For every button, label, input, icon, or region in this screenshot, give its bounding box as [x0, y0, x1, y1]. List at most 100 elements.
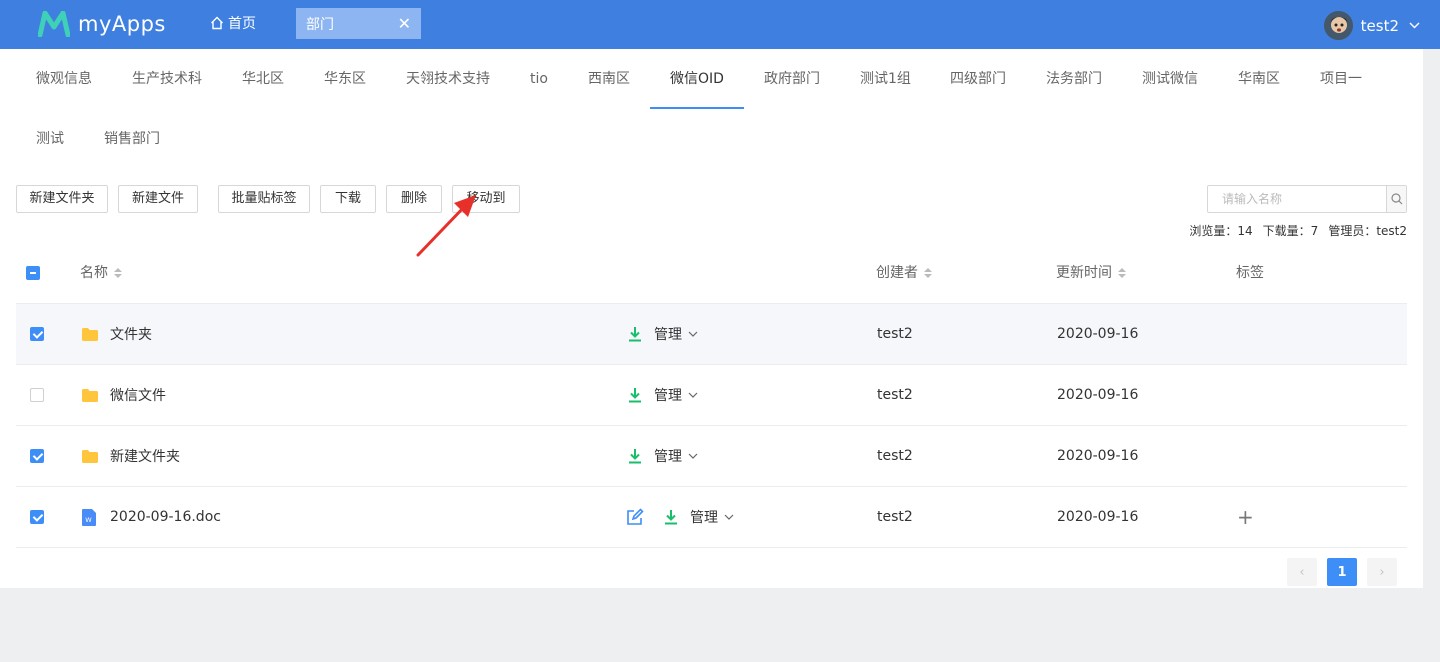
- tab-dept-9[interactable]: 测试1组: [860, 49, 911, 109]
- row-checkbox[interactable]: [30, 510, 44, 524]
- tab-dept-4[interactable]: 天翎技术支持: [406, 49, 490, 109]
- search-button[interactable]: [1386, 186, 1406, 212]
- batch-tag-button[interactable]: 批量贴标签: [218, 185, 310, 213]
- folder-icon: [82, 327, 98, 341]
- manage-dropdown[interactable]: 管理: [654, 324, 698, 344]
- table-header: 名称 创建者 更新时间 标签: [16, 242, 1407, 304]
- creator-cell: test2: [877, 326, 913, 342]
- file-name[interactable]: 2020-09-16.doc: [110, 509, 221, 525]
- row-checkbox[interactable]: [30, 327, 44, 341]
- tab-dept-12[interactable]: 测试微信: [1142, 49, 1198, 109]
- user-name: test2: [1360, 16, 1399, 35]
- user-menu[interactable]: test2: [1323, 11, 1420, 40]
- tab-dept-15[interactable]: 测试: [36, 109, 64, 169]
- pagination: ‹ 1 ›: [1287, 558, 1397, 586]
- top-bar: myApps 首页 部门 ✕ test2: [0, 0, 1440, 49]
- chevron-down-icon: [688, 453, 698, 459]
- add-tag-button[interactable]: +: [1237, 505, 1254, 529]
- file-name[interactable]: 文件夹: [110, 324, 152, 344]
- avatar: [1323, 11, 1353, 40]
- page-1-button[interactable]: 1: [1327, 558, 1357, 586]
- manage-dropdown[interactable]: 管理: [654, 446, 698, 466]
- tab-dept-5[interactable]: tio: [530, 49, 548, 109]
- word-doc-icon: W: [82, 508, 96, 526]
- app-name: myApps: [78, 12, 166, 36]
- table-row[interactable]: W 2020-09-16.doc 管理 test2 2020-09-16 +: [16, 487, 1407, 548]
- tab-dept-3[interactable]: 华东区: [324, 49, 366, 109]
- tab-dept-0[interactable]: 微观信息: [36, 49, 92, 109]
- table-row[interactable]: 文件夹 管理 test2 2020-09-16: [16, 304, 1407, 365]
- creator-cell: test2: [877, 509, 913, 525]
- updated-cell: 2020-09-16: [1057, 509, 1139, 525]
- header-name[interactable]: 名称: [80, 242, 122, 304]
- file-name[interactable]: 微信文件: [110, 385, 166, 405]
- sort-icon: [114, 268, 122, 278]
- search-input[interactable]: [1208, 186, 1386, 212]
- row-checkbox[interactable]: [30, 449, 44, 463]
- download-icon[interactable]: [664, 509, 678, 525]
- download-icon[interactable]: [628, 326, 642, 342]
- new-folder-button[interactable]: 新建文件夹: [16, 185, 108, 213]
- tab-dept-11[interactable]: 法务部门: [1046, 49, 1102, 109]
- home-label: 首页: [228, 16, 256, 32]
- chevron-down-icon: [1409, 22, 1420, 29]
- table-row[interactable]: 新建文件夹 管理 test2 2020-09-16: [16, 426, 1407, 487]
- open-tab-department[interactable]: 部门 ✕: [296, 8, 421, 39]
- tab-dept-8[interactable]: 政府部门: [764, 49, 820, 109]
- sort-icon: [1118, 268, 1126, 278]
- header-updated-label: 更新时间: [1056, 265, 1112, 281]
- tab-dept-1[interactable]: 生产技术科: [132, 49, 202, 109]
- tab-dept-13[interactable]: 华南区: [1238, 49, 1280, 109]
- chevron-down-icon: [688, 392, 698, 398]
- updated-cell: 2020-09-16: [1057, 326, 1139, 342]
- sort-icon: [924, 268, 932, 278]
- header-name-label: 名称: [80, 265, 108, 281]
- prev-page-button[interactable]: ‹: [1287, 558, 1317, 586]
- download-button[interactable]: 下载: [320, 185, 376, 213]
- tab-dept-10[interactable]: 四级部门: [950, 49, 1006, 109]
- move-to-button[interactable]: 移动到: [452, 185, 520, 213]
- home-nav-link[interactable]: 首页: [210, 13, 256, 33]
- download-icon[interactable]: [628, 387, 642, 403]
- chevron-down-icon: [724, 514, 734, 520]
- tab-dept-14[interactable]: 项目一: [1320, 49, 1362, 109]
- admin-name: 管理员：test2: [1328, 224, 1407, 238]
- manage-dropdown[interactable]: 管理: [654, 385, 698, 405]
- scrollbar[interactable]: [1423, 49, 1440, 662]
- close-icon[interactable]: ✕: [398, 15, 411, 32]
- svg-text:W: W: [85, 516, 92, 524]
- header-creator[interactable]: 创建者: [876, 242, 932, 304]
- header-tags-label: 标签: [1236, 265, 1264, 281]
- search-icon: [1390, 193, 1402, 205]
- delete-button[interactable]: 删除: [386, 185, 442, 213]
- main-panel: 微观信息 生产技术科 华北区 华东区 天翎技术支持 tio 西南区 微信OID …: [0, 49, 1423, 588]
- select-all-cell: [26, 242, 40, 304]
- file-name[interactable]: 新建文件夹: [110, 446, 180, 466]
- folder-icon: [82, 449, 98, 463]
- table-row[interactable]: 微信文件 管理 test2 2020-09-16: [16, 365, 1407, 426]
- manage-label: 管理: [654, 388, 682, 404]
- row-checkbox[interactable]: [30, 388, 44, 402]
- header-updated[interactable]: 更新时间: [1056, 242, 1126, 304]
- tab-dept-2[interactable]: 华北区: [242, 49, 284, 109]
- stats-bar: 浏览量：14 下载量：7 管理员：test2: [1189, 222, 1407, 239]
- file-table: 名称 创建者 更新时间 标签 文件夹 管理 test2 2020-09-16 微…: [16, 242, 1407, 548]
- select-all-checkbox[interactable]: [26, 266, 40, 280]
- folder-icon: [82, 388, 98, 402]
- chevron-down-icon: [688, 331, 698, 337]
- header-tags: 标签: [1236, 242, 1264, 304]
- app-logo[interactable]: myApps: [38, 9, 166, 39]
- manage-dropdown[interactable]: 管理: [690, 507, 734, 527]
- tab-dept-6[interactable]: 西南区: [588, 49, 630, 109]
- search-box: [1207, 185, 1407, 213]
- manage-label: 管理: [690, 510, 718, 526]
- updated-cell: 2020-09-16: [1057, 387, 1139, 403]
- updated-cell: 2020-09-16: [1057, 448, 1139, 464]
- download-icon[interactable]: [628, 448, 642, 464]
- new-file-button[interactable]: 新建文件: [118, 185, 198, 213]
- tab-dept-16[interactable]: 销售部门: [104, 109, 160, 169]
- creator-cell: test2: [877, 448, 913, 464]
- edit-icon[interactable]: [626, 508, 644, 526]
- tab-dept-7-active[interactable]: 微信OID: [650, 49, 744, 109]
- next-page-button[interactable]: ›: [1367, 558, 1397, 586]
